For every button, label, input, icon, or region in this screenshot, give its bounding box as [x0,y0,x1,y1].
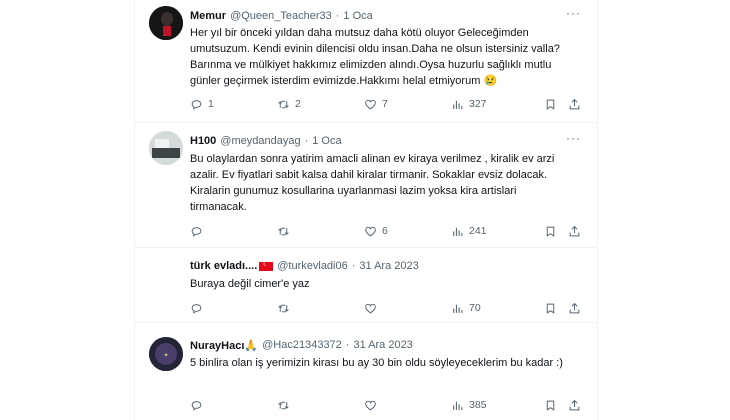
like-button[interactable]: 6 [364,225,388,238]
views-button[interactable]: 70 [451,302,481,315]
retweet-button[interactable] [277,399,295,412]
praying-hands-emoji: 🙏 [244,339,259,352]
share-icon [569,399,580,410]
avatar[interactable]: ✦ [149,337,183,371]
reply-button[interactable] [190,225,208,238]
tweet-actions: 385 [190,397,580,413]
tweet-actions: 1 2 7 327 [190,96,580,112]
retweet-button[interactable] [277,302,295,315]
separator-dot: · [335,10,340,22]
tweet-date[interactable]: 1 Oca [343,10,372,22]
tweet-date[interactable]: 31 Ara 2023 [359,260,418,272]
bookmark-button[interactable] [544,302,562,315]
author-name[interactable]: H100 [190,135,216,147]
author-name[interactable]: NurayHacı🙏 [190,339,258,352]
bookmark-button[interactable] [544,399,562,412]
bookmark-icon [546,226,555,237]
bookmark-icon [546,400,555,411]
tweet-text-body: Her yıl bir önceki yıldan daha mutsuz da… [190,27,560,87]
more-options-icon[interactable]: ··· [566,6,581,20]
author-name[interactable]: Memur [190,10,226,22]
tweet[interactable]: H100 @meydandayag · 1 Oca ··· Bu olaylar… [135,123,597,248]
turkish-flag-icon [259,259,274,271]
like-button[interactable] [364,302,382,315]
separator-dot: · [345,339,350,351]
views-count: 327 [469,98,487,110]
author-handle[interactable]: @Queen_Teacher33 [230,10,332,22]
retweet-button[interactable]: 2 [277,98,301,111]
like-count: 6 [382,225,388,237]
tweet[interactable]: türk evladı.... @turkevladi06 · 31 Ara 2… [135,248,597,323]
tweet-actions: 6 241 [190,223,580,239]
views-icon [453,304,463,313]
reply-button[interactable] [190,399,208,412]
reply-icon [191,303,202,314]
bookmark-icon [546,303,555,314]
like-icon [365,303,376,313]
retweet-button[interactable] [277,225,295,238]
more-options-icon[interactable]: ··· [566,131,581,145]
share-button[interactable] [568,399,586,412]
separator-dot: · [304,135,309,147]
views-button[interactable]: 327 [451,98,487,111]
tweet-text: Buraya değil cimer'e yaz [190,278,310,290]
like-button[interactable]: 7 [364,98,388,111]
author-name[interactable]: türk evladı.... [190,260,257,272]
tweet-date[interactable]: 1 Oca [312,135,341,147]
retweet-icon [278,100,289,108]
reply-button[interactable] [190,302,208,315]
share-icon [569,98,580,109]
bookmark-icon [546,99,555,110]
reply-icon [191,400,202,411]
avatar[interactable] [149,131,183,165]
views-count: 385 [469,399,487,411]
bookmark-button[interactable] [544,225,562,238]
share-button[interactable] [568,302,586,315]
tweet-text: 5 binlira olan iş yerimizin kirası bu ay… [190,357,563,369]
tweet-text: Her yıl bir önceki yıldan daha mutsuz da… [190,25,570,89]
views-button[interactable]: 241 [451,225,487,238]
share-button[interactable] [568,98,586,111]
views-count: 241 [469,225,487,237]
svg-text:✦: ✦ [163,352,168,359]
timeline: Memur @Queen_Teacher33 · 1 Oca ··· Her y… [134,0,598,420]
like-icon [365,400,376,410]
tweet[interactable]: ✦ NurayHacı🙏 @Hac21343372 · 31 Ara 2023 … [135,323,597,420]
retweet-icon [278,304,289,312]
views-button[interactable]: 385 [451,399,487,412]
like-button[interactable] [364,399,382,412]
bookmark-button[interactable] [544,98,562,111]
retweet-count: 2 [295,98,301,110]
views-count: 70 [469,302,481,314]
views-icon [453,401,463,410]
tweet-date[interactable]: 31 Ara 2023 [353,339,412,351]
like-count: 7 [382,98,388,110]
share-icon [569,225,580,236]
like-icon [365,99,376,109]
avatar[interactable] [149,6,183,40]
reply-icon [191,99,202,110]
separator-dot: · [351,260,356,272]
author-handle[interactable]: @turkevladi06 [277,260,347,272]
views-icon [453,100,463,109]
reply-count: 1 [208,98,214,110]
views-icon [453,227,463,236]
author-handle[interactable]: @Hac21343372 [262,339,342,351]
reply-icon [191,226,202,237]
author-handle[interactable]: @meydandayag [220,135,300,147]
sad-emoji: 😢 [483,75,498,87]
like-icon [365,226,376,236]
author-name-text: NurayHacı [190,339,245,352]
retweet-icon [278,227,289,235]
tweet-text: Bu olaylardan sonra yatirim amacli alina… [190,153,555,213]
retweet-icon [278,401,289,409]
share-icon [569,302,580,313]
reply-button[interactable]: 1 [190,98,214,111]
tweet[interactable]: Memur @Queen_Teacher33 · 1 Oca ··· Her y… [135,0,597,123]
share-button[interactable] [568,225,586,238]
tweet-actions: 70 [190,300,580,316]
